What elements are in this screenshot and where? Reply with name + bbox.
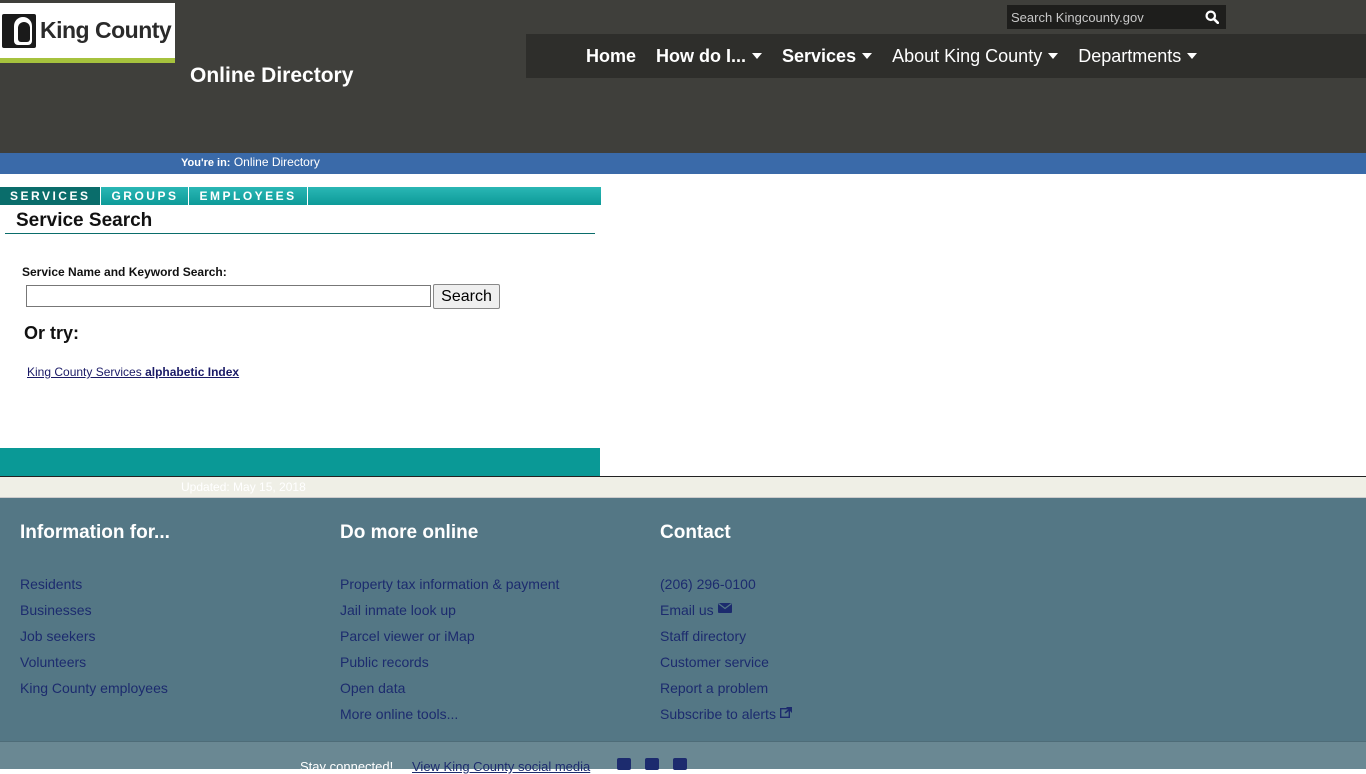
- nav-how-do-i-label: How do I...: [656, 45, 747, 66]
- king-county-logo[interactable]: King County: [0, 3, 175, 63]
- index-link-prefix: King County Services: [27, 365, 142, 379]
- nav-departments-label: Departments: [1078, 45, 1182, 66]
- updated-bar: Updated: May 15, 2018: [0, 477, 1366, 498]
- site-header: King County Online Directory Home How do…: [0, 0, 1366, 153]
- footer-link-employees[interactable]: King County employees: [20, 680, 170, 706]
- keyword-search-input[interactable]: [26, 285, 431, 307]
- footer-link-staff-directory[interactable]: Staff directory: [660, 628, 793, 654]
- site-footer: Information for... Residents Businesses …: [0, 498, 1366, 741]
- footer-link-businesses[interactable]: Businesses: [20, 602, 170, 628]
- or-try-heading: Or try:: [24, 323, 80, 343]
- caret-down-icon: [1048, 53, 1059, 59]
- alphabetic-index-link[interactable]: King County Services alphabetic Index: [27, 365, 239, 379]
- panel-footer-bar: [0, 448, 600, 476]
- envelope-icon: [717, 602, 732, 613]
- footer-col-information: Information for... Residents Businesses …: [20, 522, 170, 706]
- panel-title: Service Search: [16, 210, 153, 231]
- facebook-icon[interactable]: [617, 758, 631, 770]
- caret-down-icon: [1187, 53, 1198, 59]
- nav-home[interactable]: Home: [586, 46, 636, 67]
- site-search: [1007, 5, 1226, 29]
- footer-link-parcel-viewer[interactable]: Parcel viewer or iMap: [340, 628, 559, 654]
- logo-text: King County: [40, 17, 172, 43]
- stay-connected-text: Stay connected!: [300, 759, 394, 774]
- footer-link-volunteers[interactable]: Volunteers: [20, 654, 170, 680]
- nav-services[interactable]: Services: [782, 45, 873, 67]
- updated-date: Updated: May 15, 2018: [181, 480, 306, 494]
- social-media-link[interactable]: View King County social media: [412, 759, 590, 774]
- footer-link-customer-service[interactable]: Customer service: [660, 654, 793, 680]
- keyword-search-button[interactable]: Search: [433, 284, 500, 309]
- site-title: Online Directory: [190, 64, 354, 87]
- keyword-search-label: Service Name and Keyword Search:: [22, 265, 227, 279]
- subscribe-label: Subscribe to alerts: [660, 706, 776, 722]
- footer-link-more-tools[interactable]: More online tools...: [340, 706, 559, 732]
- footer-link-residents[interactable]: Residents: [20, 576, 170, 602]
- twitter-icon[interactable]: [645, 758, 659, 770]
- search-icon: [1205, 10, 1219, 24]
- footer-link-public-records[interactable]: Public records: [340, 654, 559, 680]
- breadcrumb-prefix: You're in:: [181, 157, 231, 169]
- footer-heading: Do more online: [340, 522, 479, 543]
- footer-link-report-problem[interactable]: Report a problem: [660, 680, 793, 706]
- breadcrumb: You're in: Online Directory: [181, 155, 320, 169]
- footer-link-open-data[interactable]: Open data: [340, 680, 559, 706]
- footer-col-online: Do more online Property tax information …: [340, 522, 559, 732]
- tab-services[interactable]: SERVICES: [0, 187, 102, 205]
- main-nav: Home How do I... Services About King Cou…: [526, 34, 1366, 78]
- breadcrumb-bar: You're in: Online Directory: [0, 153, 1366, 174]
- external-link-icon: [779, 706, 793, 718]
- king-emblem-icon: [2, 13, 36, 48]
- panel-divider: [5, 233, 595, 234]
- email-label: Email us: [660, 602, 714, 618]
- tab-groups[interactable]: GROUPS: [101, 187, 190, 205]
- footer-heading: Information for...: [20, 522, 170, 543]
- nav-how-do-i[interactable]: How do I...: [656, 45, 763, 67]
- footer-heading: Contact: [660, 522, 731, 543]
- caret-down-icon: [752, 53, 763, 59]
- footer-link-jail-inmate[interactable]: Jail inmate look up: [340, 602, 559, 628]
- flickr-icon[interactable]: [673, 758, 687, 770]
- index-link-bold: alphabetic Index: [145, 365, 240, 379]
- nav-about[interactable]: About King County: [892, 45, 1059, 67]
- nav-departments[interactable]: Departments: [1078, 45, 1198, 67]
- breadcrumb-current[interactable]: Online Directory: [234, 155, 320, 169]
- tab-employees[interactable]: EMPLOYEES: [189, 187, 308, 205]
- nav-about-label: About King County: [892, 45, 1043, 66]
- footer-link-property-tax[interactable]: Property tax information & payment: [340, 576, 559, 602]
- footer-link-subscribe[interactable]: Subscribe to alerts: [660, 706, 793, 732]
- nav-services-label: Services: [782, 45, 857, 66]
- social-bar: Stay connected! View King County social …: [0, 741, 1366, 774]
- site-search-input[interactable]: [1007, 5, 1198, 29]
- footer-link-job-seekers[interactable]: Job seekers: [20, 628, 170, 654]
- directory-tabs: SERVICES GROUPS EMPLOYEES: [0, 187, 601, 205]
- footer-link-email[interactable]: Email us: [660, 602, 793, 628]
- search-button[interactable]: [1198, 5, 1226, 29]
- caret-down-icon: [862, 53, 873, 59]
- footer-link-phone[interactable]: (206) 296-0100: [660, 576, 793, 602]
- footer-col-contact: Contact (206) 296-0100 Email us Staff di…: [660, 522, 793, 732]
